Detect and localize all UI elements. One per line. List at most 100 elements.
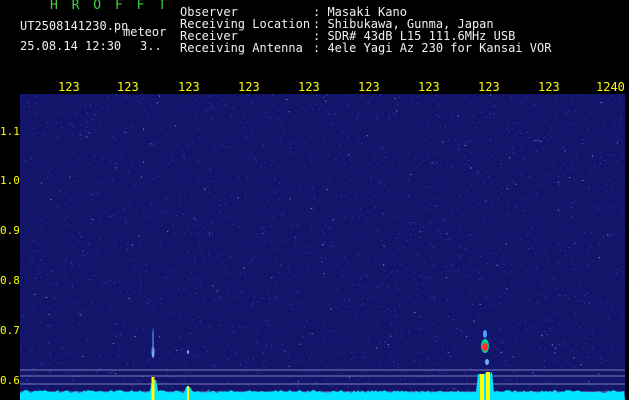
noise-dot: [48, 220, 50, 222]
noise-dot: [513, 247, 515, 249]
noise-dot: [195, 113, 197, 115]
noise-dot: [454, 175, 455, 177]
noise-dot: [473, 116, 474, 118]
noise-dot: [240, 364, 242, 366]
noise-dot: [33, 352, 35, 354]
noise-dot: [96, 192, 97, 194]
noise-dot: [606, 111, 607, 113]
noise-dot: [30, 158, 32, 160]
noise-dot: [133, 185, 135, 187]
noise-dot: [411, 260, 413, 262]
noise-dot: [476, 127, 478, 128]
noise-dot: [187, 145, 189, 147]
noise-dot: [557, 181, 559, 183]
noise-dot: [63, 212, 65, 214]
noise-dot: [61, 362, 62, 364]
noise-dot: [420, 352, 422, 354]
noise-dot: [380, 307, 382, 309]
noise-dot: [256, 302, 258, 303]
noise-dot: [433, 141, 435, 143]
noise-dot: [561, 274, 563, 276]
noise-dot: [268, 97, 270, 99]
noise-dot: [622, 256, 624, 258]
noise-dot: [182, 380, 184, 382]
noise-dot: [377, 306, 379, 307]
noise-dot: [215, 380, 217, 382]
noise-dot: [610, 186, 612, 188]
noise-dot: [83, 254, 85, 256]
noise-dot: [343, 269, 345, 271]
noise-dot: [598, 123, 600, 125]
noise-dot: [554, 373, 556, 375]
noise-dot: [197, 353, 199, 355]
noise-dot: [195, 277, 196, 279]
noise-dot: [120, 333, 122, 334]
noise-dot: [159, 357, 161, 359]
noise-dot: [114, 373, 116, 375]
noise-dot: [247, 295, 249, 297]
noise-dot: [413, 272, 415, 274]
noise-dot: [332, 282, 333, 284]
noise-dot: [382, 114, 384, 116]
noise-dot: [597, 258, 599, 260]
noise-dot: [440, 388, 442, 390]
noise-dot: [133, 270, 135, 271]
meteor-echo: [485, 359, 489, 365]
noise-dot: [66, 172, 68, 174]
noise-dot: [160, 119, 162, 121]
noise-dot: [57, 206, 58, 208]
noise-dot: [535, 185, 537, 187]
noise-dot: [119, 292, 121, 294]
spectrogram-plot[interactable]: [20, 94, 625, 400]
noise-dot: [447, 162, 449, 164]
noise-dot: [583, 273, 585, 275]
noise-dot: [540, 242, 542, 244]
noise-dot: [83, 151, 85, 153]
noise-dot: [550, 382, 552, 384]
noise-dot: [449, 293, 451, 294]
noise-dot: [348, 299, 350, 301]
time-tick-label: 123: [418, 80, 440, 94]
noise-dot: [608, 206, 610, 208]
noise-dot: [192, 142, 193, 144]
noise-dot: [319, 200, 321, 202]
noise-dot: [252, 192, 254, 194]
noise-dot: [112, 283, 114, 285]
noise-dot: [473, 320, 475, 322]
noise-dot: [263, 366, 265, 368]
noise-dot: [494, 153, 496, 155]
noise-dot: [248, 157, 250, 159]
noise-dot: [193, 319, 195, 321]
noise-dot: [36, 112, 38, 114]
noise-dot: [172, 225, 174, 227]
noise-dot: [354, 273, 356, 275]
noise-dot: [115, 323, 117, 325]
noise-dot: [470, 167, 472, 169]
noise-dot: [34, 133, 35, 135]
noise-dot: [65, 265, 67, 267]
noise-dot: [90, 282, 92, 283]
noise-dot: [93, 157, 95, 158]
noise-dot: [622, 210, 623, 212]
noise-dot: [199, 225, 201, 227]
noise-dot: [621, 126, 623, 128]
noise-dot: [464, 145, 466, 146]
noise-dot: [128, 298, 130, 299]
noise-dot: [506, 188, 508, 190]
noise-dot: [374, 206, 376, 208]
noise-dot: [268, 211, 270, 213]
noise-dot: [436, 114, 438, 116]
noise-dot: [330, 368, 332, 370]
noise-dot: [70, 261, 72, 263]
noise-dot: [470, 183, 472, 185]
noise-dot: [166, 373, 168, 375]
noise-dot: [612, 307, 614, 309]
noise-dot: [231, 284, 233, 286]
noise-dot: [534, 139, 536, 141]
noise-dot: [327, 220, 329, 222]
noise-dot: [383, 147, 384, 149]
noise-dot: [274, 249, 276, 251]
noise-dot: [499, 175, 501, 177]
noise-dot: [279, 214, 281, 216]
noise-dot: [544, 299, 546, 301]
